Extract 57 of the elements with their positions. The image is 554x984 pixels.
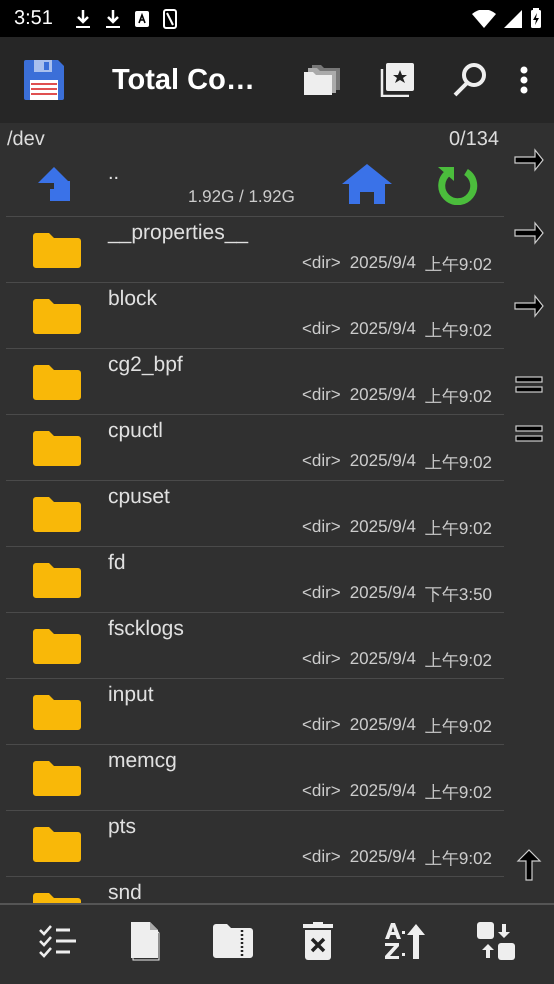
file-date: 2025/9/4 bbox=[350, 847, 416, 868]
file-name: input bbox=[108, 683, 155, 707]
file-size: <dir> bbox=[302, 517, 341, 538]
file-row[interactable]: memcg <dir> 2025/9/4 上午9:02 bbox=[6, 745, 504, 811]
selection-count: 0/134 bbox=[448, 128, 499, 151]
file-row[interactable]: fd <dir> 2025/9/4 下午3:50 bbox=[6, 547, 504, 613]
file-row[interactable]: cg2_bpf <dir> 2025/9/4 上午9:02 bbox=[6, 349, 504, 415]
file-name: memcg bbox=[108, 749, 178, 773]
file-name: __properties__ bbox=[108, 221, 250, 245]
clock: 3:51 bbox=[14, 7, 53, 30]
file-row[interactable]: fscklogs <dir> 2025/9/4 上午9:02 bbox=[6, 613, 504, 679]
file-size: <dir> bbox=[302, 781, 341, 802]
file-size: <dir> bbox=[302, 583, 341, 604]
file-name: cg2_bpf bbox=[108, 353, 184, 377]
file-size: <dir> bbox=[302, 451, 341, 472]
file-row[interactable]: block <dir> 2025/9/4 上午9:02 bbox=[6, 283, 504, 349]
file-time: 上午9:02 bbox=[424, 320, 492, 342]
parent-directory[interactable]: .. bbox=[108, 162, 120, 185]
file-time: 下午3:50 bbox=[424, 584, 492, 606]
file-date: 2025/9/4 bbox=[350, 319, 416, 340]
file-name: snd bbox=[108, 881, 143, 903]
disk-space: 1.92G / 1.92G bbox=[188, 187, 295, 207]
file-date: 2025/9/4 bbox=[350, 583, 416, 604]
file-date: 2025/9/4 bbox=[350, 385, 416, 406]
file-size: <dir> bbox=[302, 847, 341, 868]
file-name: pts bbox=[108, 815, 138, 839]
file-size: <dir> bbox=[302, 253, 341, 274]
file-name: cpuset bbox=[108, 485, 171, 509]
file-size: <dir> bbox=[302, 319, 341, 340]
file-date: 2025/9/4 bbox=[350, 451, 416, 472]
file-time: 上午9:02 bbox=[424, 848, 492, 870]
file-row[interactable]: __properties__ <dir> 2025/9/4 上午9:02 bbox=[6, 217, 504, 283]
file-name: fscklogs bbox=[108, 617, 185, 641]
file-row[interactable]: input <dir> 2025/9/4 上午9:02 bbox=[6, 679, 504, 745]
file-date: 2025/9/4 bbox=[350, 253, 416, 274]
file-row[interactable]: pts <dir> 2025/9/4 上午9:02 bbox=[6, 811, 504, 877]
file-row[interactable]: cpuctl <dir> 2025/9/4 上午9:02 bbox=[6, 415, 504, 481]
file-size: <dir> bbox=[302, 649, 341, 670]
app-title: Total Co… bbox=[112, 64, 255, 96]
file-name: fd bbox=[108, 551, 127, 575]
file-time: 上午9:02 bbox=[424, 782, 492, 804]
file-date: 2025/9/4 bbox=[350, 649, 416, 670]
file-time: 上午9:02 bbox=[424, 386, 492, 408]
file-time: 上午9:02 bbox=[424, 518, 492, 540]
file-time: 上午9:02 bbox=[424, 716, 492, 738]
file-name: block bbox=[108, 287, 158, 311]
file-name: cpuctl bbox=[108, 419, 164, 443]
file-time: 上午9:02 bbox=[424, 452, 492, 474]
file-date: 2025/9/4 bbox=[350, 781, 416, 802]
file-row[interactable]: cpuset <dir> 2025/9/4 上午9:02 bbox=[6, 481, 504, 547]
file-time: 上午9:02 bbox=[424, 254, 492, 276]
path-label: /dev bbox=[7, 128, 45, 151]
file-size: <dir> bbox=[302, 715, 341, 736]
file-date: 2025/9/4 bbox=[350, 517, 416, 538]
file-size: <dir> bbox=[302, 385, 341, 406]
file-time: 上午9:02 bbox=[424, 650, 492, 672]
file-date: 2025/9/4 bbox=[350, 715, 416, 736]
